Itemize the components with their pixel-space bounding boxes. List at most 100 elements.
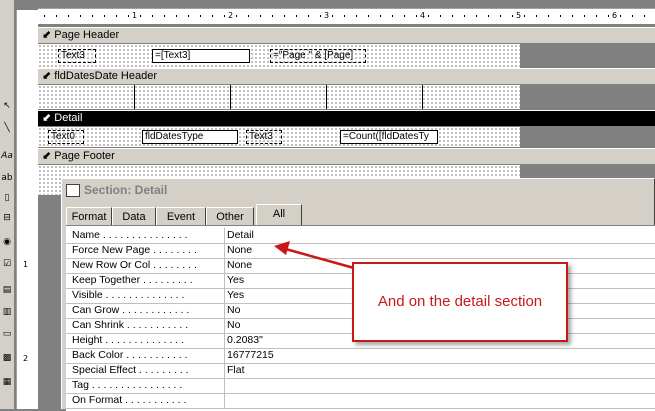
ruler-tick (92, 15, 93, 17)
group-header-bar[interactable]: ⬋ fldDatesDate Header (38, 68, 655, 85)
ruler-tick (332, 15, 333, 17)
page-number-field[interactable]: ="Page " & [Page] (270, 49, 366, 63)
text3-label[interactable]: Text3 (58, 49, 96, 63)
property-row[interactable]: Name . . . . . . . . . . . . . . . Detail (66, 228, 655, 244)
ruler-tick (404, 15, 405, 17)
ruler-tick (188, 15, 189, 17)
property-row[interactable]: Special Effect . . . . . . . . . Flat (66, 363, 655, 379)
annotation-callout: And on the detail section (352, 262, 568, 342)
page-header-label: Page Header (54, 29, 120, 41)
page-footer-bar[interactable]: ⬋ Page Footer (38, 148, 655, 165)
ruler-tick (380, 15, 381, 17)
ruler-tick (488, 15, 489, 17)
ruler-tick (512, 15, 513, 17)
image-icon[interactable]: ▩ (1, 352, 13, 364)
tab-other[interactable]: Other (206, 207, 254, 225)
ruler-tick (632, 15, 633, 17)
ruler-tick (56, 15, 57, 17)
label-icon[interactable]: Aa (1, 150, 13, 162)
page-header-bar[interactable]: ⬋ Page Header (38, 27, 655, 44)
ruler-tick (128, 15, 129, 17)
ruler-tick (548, 15, 549, 17)
detail-label: Detail (54, 112, 83, 124)
ruler-tick (464, 15, 465, 17)
vruler-mark-1: 1 (23, 260, 29, 269)
ruler-tick (392, 15, 393, 17)
ruler-tick (572, 15, 573, 17)
ruler-mark-5: 5 (516, 11, 522, 20)
ruler-tick (44, 15, 45, 17)
property-sheet-title-bar[interactable]: Section: Detail (62, 179, 654, 201)
checkbox-icon[interactable]: ☑ (1, 258, 13, 270)
ruler-tick (260, 15, 261, 17)
text3-field[interactable]: =[Text3] (152, 49, 250, 63)
detail-bar[interactable]: ⬋ Detail (38, 110, 655, 127)
ruler-tick (224, 15, 225, 17)
ruler-tick (308, 15, 309, 17)
ruler-tick (176, 15, 177, 17)
frame-icon[interactable]: ▦ (1, 376, 13, 388)
ruler-tick (440, 15, 441, 17)
property-row[interactable]: On Format . . . . . . . . . . . (66, 393, 655, 409)
ruler-tick (500, 15, 501, 17)
ruler-tick (200, 15, 201, 17)
tab-all[interactable]: All (256, 204, 302, 226)
ruler-tick (608, 15, 609, 17)
ruler-tick (356, 15, 357, 17)
ruler-tick (416, 15, 417, 17)
combo-icon[interactable]: ▤ (1, 284, 13, 296)
ruler-tick (104, 15, 105, 17)
ruler-mark-6: 6 (612, 11, 618, 20)
tab-format[interactable]: Format (66, 207, 112, 225)
toolbox: ↖ ╲ Aa ab ▯ ⊟ ◉ ☑ ▤ ▥ ▭ ▩ ▦ (0, 0, 15, 409)
line-icon[interactable]: ╲ (1, 122, 13, 134)
ruler-tick (68, 15, 69, 17)
ruler-tick (428, 15, 429, 17)
ruler-tick (344, 15, 345, 17)
ruler-tick (368, 15, 369, 17)
ruler-tick (116, 15, 117, 17)
horizontal-ruler: 1 2 3 4 5 6 (38, 8, 655, 25)
ruler-tick (644, 15, 645, 17)
ruler-tick (80, 15, 81, 17)
ruler-tick (476, 15, 477, 17)
property-row[interactable]: Force New Page . . . . . . . . None (66, 243, 655, 259)
radio-icon[interactable]: ◉ (1, 236, 13, 248)
ruler-tick (620, 15, 621, 17)
ruler-tick (320, 15, 321, 17)
ruler-tick (560, 15, 561, 17)
ruler-tick (584, 15, 585, 17)
page-footer-label: Page Footer (54, 150, 115, 162)
tab-event[interactable]: Event (156, 207, 206, 225)
properties-icon (66, 184, 80, 198)
vruler-mark-2: 2 (23, 354, 29, 363)
textbox-icon[interactable]: ab (1, 172, 13, 184)
ruler-tick (452, 15, 453, 17)
ruler-mark-2: 2 (228, 11, 234, 20)
option-group-icon[interactable]: ⊟ (1, 212, 13, 224)
ruler-tick (284, 15, 285, 17)
command-button-icon[interactable]: ▭ (1, 328, 13, 340)
ruler-tick (296, 15, 297, 17)
listbox-icon[interactable]: ▥ (1, 306, 13, 318)
ruler-tick (272, 15, 273, 17)
detail-band[interactable]: Text0 fldDatesType Text3 =Count([fldDate… (38, 127, 520, 147)
property-row[interactable]: Tag . . . . . . . . . . . . . . . . (66, 378, 655, 394)
group-header-band[interactable] (38, 85, 520, 109)
text3-detail-label[interactable]: Text3 (246, 130, 282, 144)
fld-dates-type-field[interactable]: fldDatesType (142, 130, 238, 144)
vertical-ruler: 1 2 (16, 10, 39, 409)
annotation-arrow-icon (274, 241, 355, 270)
ruler-tick (164, 15, 165, 17)
property-row[interactable]: Back Color . . . . . . . . . . . 16777215 (66, 348, 655, 364)
tab-data[interactable]: Data (112, 207, 156, 225)
ruler-mark-3: 3 (324, 11, 330, 20)
text0-label[interactable]: Text0 (48, 130, 84, 144)
toggle-icon[interactable]: ▯ (1, 192, 13, 204)
ruler-tick (524, 15, 525, 17)
page-header-band[interactable]: Text3 =[Text3] ="Page " & [Page] (38, 44, 520, 68)
select-pointer-icon[interactable]: ↖ (1, 100, 13, 112)
property-sheet-title: Section: Detail (84, 183, 168, 197)
count-field[interactable]: =Count([fldDatesTy (340, 130, 438, 144)
ruler-tick (248, 15, 249, 17)
